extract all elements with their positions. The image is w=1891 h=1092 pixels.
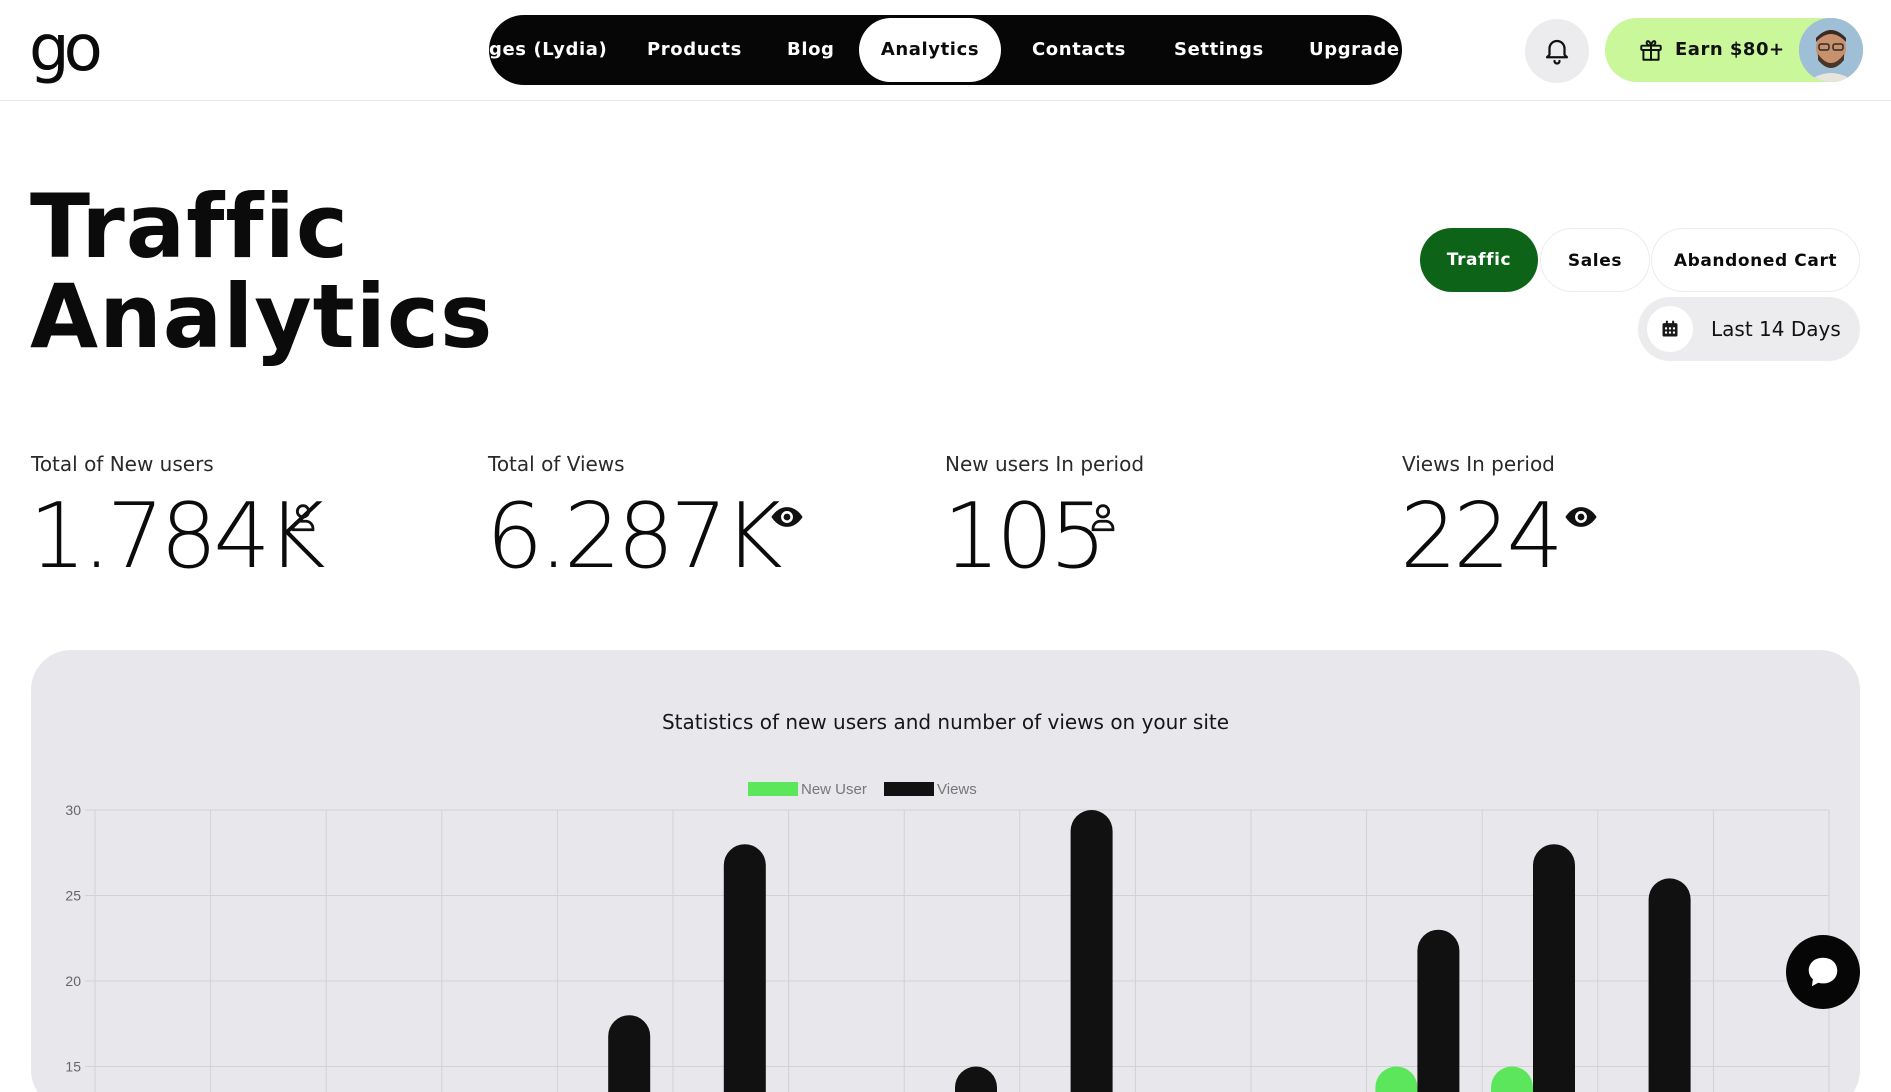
chat-bubble-icon [1808,957,1838,987]
y-tick-label: 20 [65,973,81,989]
bar-views [608,1015,651,1092]
page-title: Traffic Analytics [30,182,493,362]
legend-label: New User [801,781,867,798]
stat-label: Views In period [1402,452,1555,476]
bar-new-user [1375,1066,1418,1092]
bar-views [1070,810,1113,1092]
notifications-button[interactable] [1525,19,1589,83]
bar-new-user [1491,1066,1533,1092]
user-icon [1091,504,1115,532]
stat-new-users-period: New users In period 105 [943,452,1345,592]
stat-label: New users In period [945,452,1145,476]
nav-item-contacts[interactable]: Contacts [1032,18,1126,82]
bar-views [1533,844,1575,1092]
nav-item-upgrade[interactable]: Upgrade S [1309,18,1402,82]
date-range-button[interactable]: Last 14 Days [1638,297,1860,361]
nav-item-pages[interactable]: ges (Lydia) [489,18,607,82]
bar-views [1648,878,1691,1092]
y-tick-label: 25 [65,888,81,904]
traffic-chart-card: Statistics of new users and number of vi… [31,650,1860,1092]
chat-button[interactable] [1786,935,1860,1009]
user-icon [291,504,315,532]
stat-value: 224 [1400,484,1564,589]
gift-icon [1640,40,1662,61]
eye-icon [771,507,803,527]
stat-label: Total of Views [488,452,625,476]
nav-item-products[interactable]: Products [647,18,742,82]
logo-text: go [29,12,103,86]
tab-sales[interactable]: Sales [1540,228,1650,292]
bar-views [955,1066,997,1092]
main-nav: ges (Lydia) Products Blog Analytics Cont… [489,15,1402,85]
stat-value: 1.784K [29,484,326,589]
bar-views [1417,929,1460,1092]
page-title-line1: Traffic [30,175,350,278]
y-tick-label: 15 [65,1059,81,1075]
date-range-label: Last 14 Days [1711,317,1841,341]
page-title-line2: Analytics [30,265,494,368]
avatar-image [1799,18,1863,82]
bar-views [723,844,766,1092]
nav-item-analytics[interactable]: Analytics [859,18,1001,82]
tab-abandoned-cart[interactable]: Abandoned Cart [1651,228,1860,292]
stat-value: 105 [943,484,1107,589]
tab-traffic[interactable]: Traffic [1420,228,1538,292]
stat-total-new-users: Total of New users 1.784K [29,452,431,592]
logo[interactable]: go [29,12,105,86]
traffic-chart: New User Views 30 25 20 15 [65,781,1830,1092]
stat-label: Total of New users [31,452,214,476]
legend-label: Views [937,781,977,798]
calendar-icon [1662,320,1678,337]
stat-views-period: Views In period 224 [1400,452,1802,592]
nav-item-settings[interactable]: Settings [1174,18,1264,82]
legend-swatch [748,782,798,796]
stat-total-views: Total of Views 6.287K [486,452,888,592]
legend-swatch [884,782,934,796]
top-bar: go ges (Lydia) Products Blog Analytics C… [0,0,1891,101]
nav-item-blog[interactable]: Blog [787,18,835,82]
bell-icon [1545,39,1569,65]
eye-icon [1565,507,1597,527]
stat-value: 6.287K [486,484,783,589]
y-tick-label: 30 [65,802,81,818]
earn-label: Earn $80+ [1675,39,1785,60]
avatar[interactable] [1799,18,1863,82]
